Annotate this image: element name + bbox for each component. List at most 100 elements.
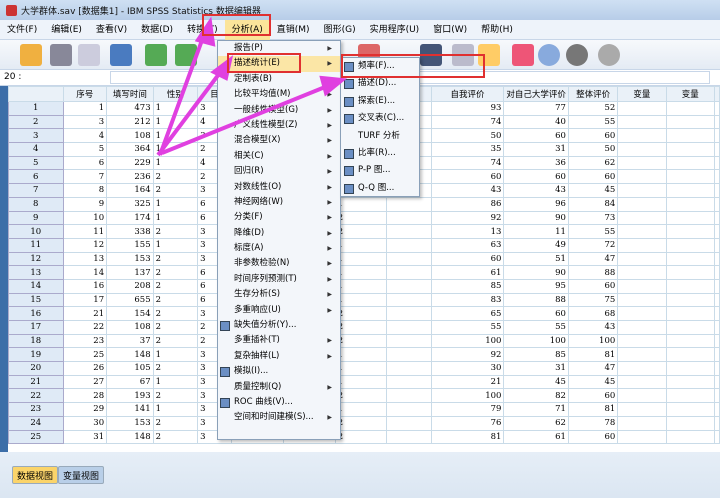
menu-item[interactable]: 非参数检验(N) ▶ [218,256,340,271]
cell[interactable] [665,415,716,431]
cell[interactable]: 1 [334,265,388,280]
cell[interactable]: 74 [430,155,505,171]
cell[interactable]: 60 [567,388,619,404]
cell[interactable] [714,224,720,239]
submenu-item[interactable]: 比率(R)... [341,145,419,162]
cell[interactable] [714,320,720,335]
cell[interactable]: 3 [62,114,108,130]
cell[interactable] [386,251,432,267]
cell[interactable] [714,347,720,363]
cell[interactable] [665,169,716,185]
cell[interactable]: 90 [503,265,569,280]
cell[interactable]: 60 [503,169,569,185]
table-row[interactable]: 1213153231605147 [8,251,720,267]
undo-icon[interactable] [145,44,167,66]
cell[interactable]: 1 [334,292,388,308]
cell[interactable] [617,429,667,445]
cell[interactable]: 31 [62,429,108,445]
cell[interactable]: 153 [106,251,154,267]
cell[interactable] [386,415,432,431]
menu-6[interactable]: 直销(M) [270,20,317,40]
submenu-item[interactable]: P-P 图... [341,162,419,179]
cell[interactable]: 50 [430,128,505,144]
cell[interactable]: 473 [106,101,154,116]
menu-item[interactable]: 混合模型(X) ▶ [218,133,340,148]
menu-1[interactable]: 编辑(E) [44,20,89,40]
cell[interactable] [665,155,716,171]
cell[interactable] [665,265,716,280]
menu-item[interactable]: 多重响应(U) ▶ [218,303,340,318]
cell[interactable] [665,361,716,376]
row-number[interactable]: 16 [8,306,64,321]
cell[interactable]: 5 [62,142,108,157]
column-header[interactable]: 变量 [665,86,716,102]
menu-item[interactable]: 多重插补(T) ▶ [218,333,340,348]
cell[interactable] [714,306,720,321]
row-number[interactable]: 12 [8,251,64,267]
cell[interactable]: 2 [334,333,388,349]
cell[interactable]: 174 [106,210,154,226]
cell[interactable]: 35 [430,142,505,157]
row-number[interactable]: 11 [8,237,64,253]
cell[interactable]: 43 [567,320,619,335]
table-row[interactable]: 1314137261619088 [8,265,720,280]
cell[interactable]: 79 [430,402,505,417]
row-number[interactable]: 10 [8,224,64,239]
cell[interactable] [714,210,720,226]
cell[interactable] [617,183,667,198]
cell[interactable]: 93 [430,101,505,116]
cell[interactable]: 1 [152,402,199,417]
cell[interactable]: 108 [106,128,154,144]
row-number[interactable]: 19 [8,347,64,363]
circles-icon[interactable] [566,44,588,66]
menu-9[interactable]: 窗口(W) [426,20,474,40]
cell[interactable]: 11 [62,224,108,239]
table-row[interactable]: 89325161869684 [8,196,720,212]
row-number[interactable]: 5 [8,155,64,171]
cell[interactable] [386,306,432,321]
cell[interactable] [617,142,667,157]
cell[interactable]: 137 [106,265,154,280]
cell[interactable] [617,169,667,185]
cell[interactable] [665,333,716,349]
menu-item[interactable]: 生存分析(S) ▶ [218,287,340,302]
cell[interactable] [714,333,720,349]
table-row[interactable]: 2026105231303147 [8,361,720,376]
cell[interactable] [665,278,716,294]
table-row[interactable]: 2430153232766278 [8,415,720,431]
cell[interactable] [665,224,716,239]
column-header[interactable]: 对自己大学评价 [503,86,569,102]
cell[interactable]: 364 [106,142,154,157]
cell[interactable]: 2 [152,183,199,198]
cell[interactable]: 1 [152,114,199,130]
cell[interactable]: 208 [106,278,154,294]
menu-10[interactable]: 帮助(H) [474,20,520,40]
cell[interactable]: 14 [62,265,108,280]
column-header[interactable]: 整体评价 [567,86,619,102]
cell[interactable]: 212 [106,114,154,130]
cell[interactable] [386,333,432,349]
cell[interactable]: 81 [567,402,619,417]
cell[interactable] [665,128,716,144]
menu-item[interactable]: 神经网络(W) ▶ [218,195,340,210]
cell[interactable]: 1 [334,374,388,390]
menu-item[interactable]: 降维(D) ▶ [218,226,340,241]
cell[interactable]: 76 [430,415,505,431]
open-folder-icon[interactable] [20,44,42,66]
cell[interactable]: 325 [106,196,154,212]
cell[interactable] [617,361,667,376]
cell[interactable] [665,183,716,198]
cell[interactable]: 2 [152,333,199,349]
row-number[interactable]: 22 [8,388,64,404]
cell[interactable]: 21 [62,306,108,321]
cell[interactable]: 51 [503,251,569,267]
menu-item[interactable]: 复杂抽样(L) ▶ [218,349,340,364]
submenu-item[interactable]: 探索(E)... [341,93,419,110]
submenu-item[interactable]: 频率(F)... [341,58,419,75]
cell[interactable]: 2 [152,388,199,404]
cell[interactable] [714,374,720,390]
cell[interactable] [665,142,716,157]
cell[interactable] [665,196,716,212]
cell[interactable] [665,388,716,404]
menu-item[interactable]: 对数线性(O) ▶ [218,180,340,195]
